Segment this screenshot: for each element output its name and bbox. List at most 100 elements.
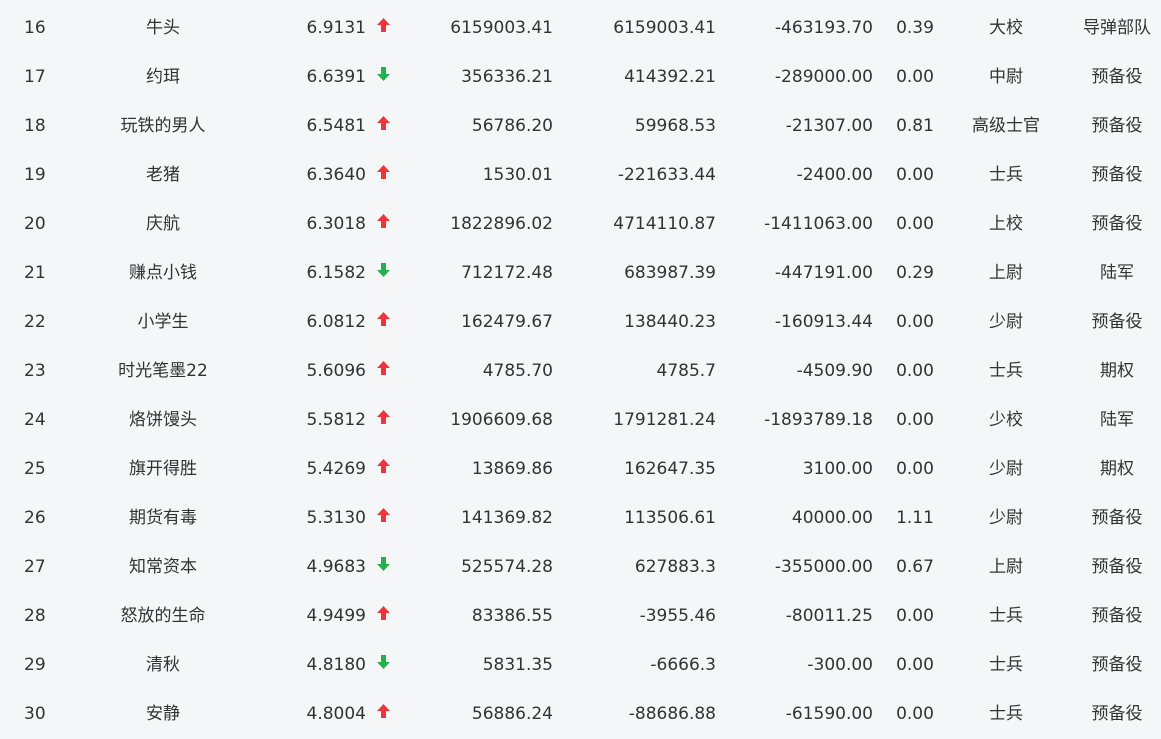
value-2-cell: 138440.23 [624,312,716,332]
value-2-cell: -3955.46 [639,606,716,626]
table-row[interactable]: 20 庆航 6.3018 1822896.02 4714110.87 -1411063.0… [0,200,1161,249]
rank-cell: 18 [24,116,46,136]
table-row[interactable]: 17 约珥 6.6391 356336.21 414392.21 -289000.00 0.… [0,53,1161,102]
name-cell: 安静 [146,704,180,724]
rank-cell: 25 [24,459,46,479]
military-rank-cell: 上校 [989,214,1023,234]
ratio-cell: 0.00 [896,704,934,724]
score-cell: 6.5481 [306,116,366,136]
ratio-cell: 0.00 [896,459,934,479]
value-1-cell: 525574.28 [461,557,553,577]
name-cell: 赚点小钱 [129,263,197,283]
arrow-up-icon [374,4,392,53]
rank-cell: 30 [24,704,46,724]
arrow-up-icon [374,102,392,151]
military-rank-cell: 大校 [989,18,1023,38]
category-cell: 预备役 [1091,508,1143,528]
value-1-cell: 1822896.02 [450,214,553,234]
category-cell: 预备役 [1091,165,1143,185]
value-3-cell: -1411063.00 [764,214,873,234]
value-2-cell: 4785.7 [656,361,716,381]
value-3-cell: -1893789.18 [764,410,873,430]
military-rank-cell: 上尉 [989,557,1023,577]
value-3-cell: 40000.00 [791,508,873,528]
table-row[interactable]: 16 牛头 6.9131 6159003.41 6159003.41 -463193.70… [0,4,1161,53]
value-1-cell: 1906609.68 [450,410,553,430]
name-cell: 期货有毒 [129,508,197,528]
table-row[interactable]: 25 旗开得胜 5.4269 13869.86 162647.35 3100.00 0.00… [0,445,1161,494]
category-cell: 陆军 [1100,263,1134,283]
category-cell: 预备役 [1091,67,1143,87]
arrow-up-icon [374,592,392,641]
arrow-up-icon [374,200,392,249]
name-cell: 知常资本 [129,557,197,577]
category-cell: 预备役 [1091,214,1143,234]
name-cell: 怒放的生命 [120,606,206,626]
category-cell: 期权 [1100,361,1134,381]
arrow-up-icon [374,494,392,543]
table-row[interactable]: 18 玩铁的男人 6.5481 56786.20 59968.53 -21307.00 0.… [0,102,1161,151]
table-row[interactable]: 26 期货有毒 5.3130 141369.82 113506.61 40000.00 1.… [0,494,1161,543]
value-2-cell: -88686.88 [628,704,716,724]
arrow-up-icon [374,298,392,347]
ratio-cell: 0.39 [896,18,934,38]
arrow-up-icon [374,396,392,445]
table-row[interactable]: 27 知常资本 4.9683 525574.28 627883.3 -355000.00 0… [0,543,1161,592]
rank-cell: 16 [24,18,46,38]
table-row[interactable]: 30 安静 4.8004 56886.24 -88686.88 -61590.00 0.00… [0,690,1161,739]
value-3-cell: -463193.70 [774,18,873,38]
ratio-cell: 0.00 [896,165,934,185]
arrow-down-icon [374,249,392,298]
ratio-cell: 0.67 [896,557,934,577]
category-cell: 预备役 [1091,655,1143,675]
score-cell: 6.3640 [306,165,366,185]
value-3-cell: -2400.00 [796,165,873,185]
ratio-cell: 0.00 [896,67,934,87]
value-2-cell: 414392.21 [624,67,716,87]
value-1-cell: 13869.86 [471,459,553,479]
military-rank-cell: 士兵 [989,704,1023,724]
military-rank-cell: 中尉 [989,67,1023,87]
category-cell: 期权 [1100,459,1134,479]
rank-cell: 24 [24,410,46,430]
score-cell: 6.6391 [306,67,366,87]
value-2-cell: -221633.44 [617,165,716,185]
name-cell: 烙饼馒头 [129,410,197,430]
military-rank-cell: 少校 [989,410,1023,430]
arrow-down-icon [374,641,392,690]
military-rank-cell: 少尉 [989,312,1023,332]
category-cell: 陆军 [1100,410,1134,430]
arrow-down-icon [374,53,392,102]
category-cell: 预备役 [1091,557,1143,577]
score-cell: 6.1582 [306,263,366,283]
value-1-cell: 56786.20 [471,116,553,136]
name-cell: 庆航 [146,214,180,234]
rank-cell: 27 [24,557,46,577]
table-row[interactable]: 19 老猪 6.3640 1530.01 -221633.44 -2400.00 0.00 士… [0,151,1161,200]
value-1-cell: 712172.48 [461,263,553,283]
military-rank-cell: 少尉 [989,459,1023,479]
table-row[interactable]: 21 赚点小钱 6.1582 712172.48 683987.39 -447191.00… [0,249,1161,298]
ratio-cell: 0.00 [896,655,934,675]
category-cell: 预备役 [1091,704,1143,724]
military-rank-cell: 士兵 [989,361,1023,381]
score-cell: 5.4269 [306,459,366,479]
military-rank-cell: 士兵 [989,655,1023,675]
table-row[interactable]: 28 怒放的生命 4.9499 83386.55 -3955.46 -80011.25 0.… [0,592,1161,641]
military-rank-cell: 士兵 [989,606,1023,626]
ratio-cell: 0.00 [896,410,934,430]
rank-cell: 23 [24,361,46,381]
name-cell: 老猪 [146,165,180,185]
arrow-down-icon [374,543,392,592]
table-row[interactable]: 22 小学生 6.0812 162479.67 138440.23 -160913.44 0… [0,298,1161,347]
name-cell: 约珥 [146,67,180,87]
rank-cell: 22 [24,312,46,332]
score-cell: 4.8180 [306,655,366,675]
table-row[interactable]: 23 时光笔墨22 5.6096 4785.70 4785.7 -4509.90 0.00 士… [0,347,1161,396]
score-cell: 6.3018 [306,214,366,234]
table-row[interactable]: 24 烙饼馒头 5.5812 1906609.68 1791281.24 -1893789… [0,396,1161,445]
value-3-cell: -4509.90 [796,361,873,381]
table-row[interactable]: 29 清秋 4.8180 5831.35 -6666.3 -300.00 0.00 士兵 预备役 [0,641,1161,690]
value-1-cell: 1530.01 [482,165,553,185]
military-rank-cell: 高级士官 [972,116,1040,136]
